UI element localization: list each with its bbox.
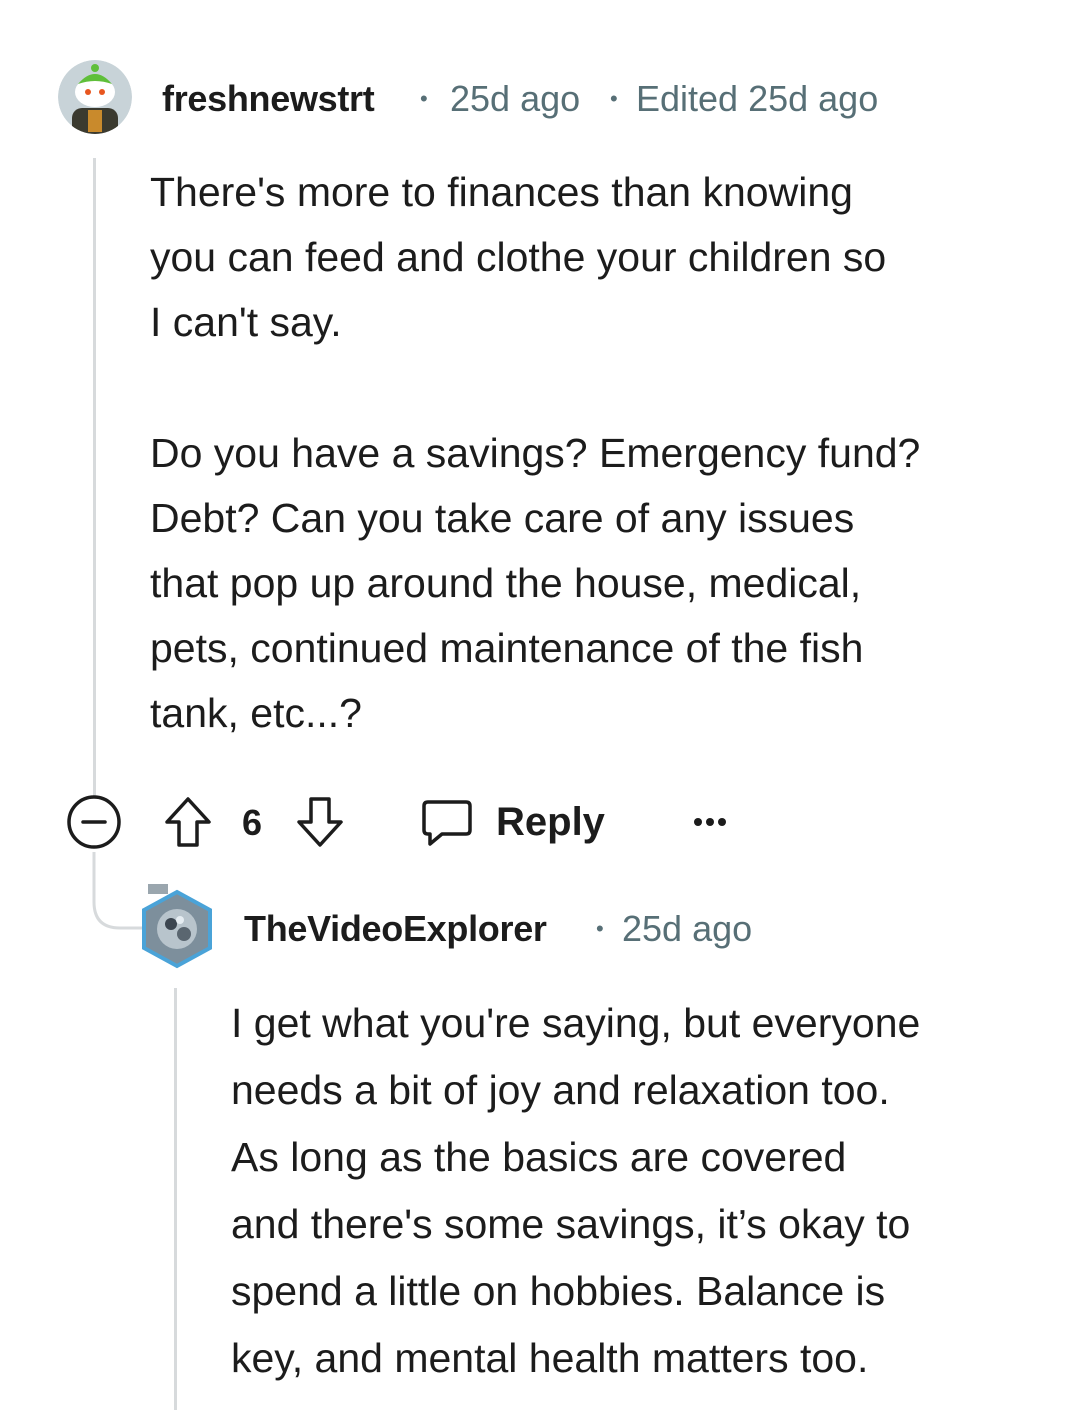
edited-label: Edited 25d ago: [636, 78, 879, 119]
comment-paragraph: There's more to finances than knowing yo…: [150, 160, 1050, 355]
meta-separator: •: [610, 86, 618, 111]
text-line: key, and mental health matters too.: [231, 1335, 869, 1381]
reply-paragraph: I get what you're saying, but everyone n…: [231, 990, 1071, 1392]
text-line: and there's some savings, it’s okay to: [231, 1201, 911, 1247]
reply-label: Reply: [496, 799, 605, 844]
text-line: you can feed and clothe your children so: [150, 234, 887, 280]
text-line: Debt? Can you take care of any issues: [150, 495, 855, 541]
text-line: tank, etc...?: [150, 690, 362, 736]
reply-button[interactable]: Reply: [420, 794, 605, 850]
more-options-icon: [694, 818, 726, 826]
vote-count: 6: [242, 802, 263, 843]
comment-time: 25d ago: [450, 78, 581, 119]
thread-line[interactable]: [174, 988, 177, 1410]
text-line: needs a bit of joy and relaxation too.: [231, 1067, 890, 1113]
downvote-arrow-icon: [297, 797, 343, 847]
downvote-button[interactable]: [292, 794, 348, 850]
text-line: Do you have a savings? Emergency fund?: [150, 430, 921, 476]
upvote-button[interactable]: [160, 794, 216, 850]
collapse-minus-icon: [67, 795, 121, 849]
avatar[interactable]: [140, 882, 214, 972]
comment-body: There's more to finances than knowing yo…: [150, 160, 1050, 746]
text-line: I get what you're saying, but everyone: [231, 1000, 921, 1046]
avatar[interactable]: [58, 60, 132, 134]
thread-line[interactable]: [93, 158, 96, 798]
text-line: that pop up around the house, medical,: [150, 560, 862, 606]
snoo-avatar-icon: [58, 60, 132, 134]
text-line: spend a little on hobbies. Balance is: [231, 1268, 886, 1314]
reply-body: I get what you're saying, but everyone n…: [231, 990, 1071, 1392]
comment-username[interactable]: freshnewstrt: [162, 78, 375, 120]
comment-paragraph: Do you have a savings? Emergency fund? D…: [150, 421, 1050, 746]
meta-separator: •: [420, 86, 428, 111]
collapse-button[interactable]: [66, 794, 122, 850]
text-line: pets, continued maintenance of the fish: [150, 625, 864, 671]
upvote-arrow-icon: [165, 797, 211, 847]
text-line: I can't say.: [150, 299, 342, 345]
more-options-button[interactable]: [688, 800, 732, 844]
text-line: As long as the basics are covered: [231, 1134, 847, 1180]
speech-bubble-icon: [422, 800, 472, 846]
text-line: There's more to finances than knowing: [150, 169, 853, 215]
hexagon-avatar-icon: [142, 884, 212, 969]
reply-username[interactable]: TheVideoExplorer: [244, 908, 547, 950]
reply-time: 25d ago: [622, 908, 753, 949]
meta-separator: •: [596, 916, 604, 941]
